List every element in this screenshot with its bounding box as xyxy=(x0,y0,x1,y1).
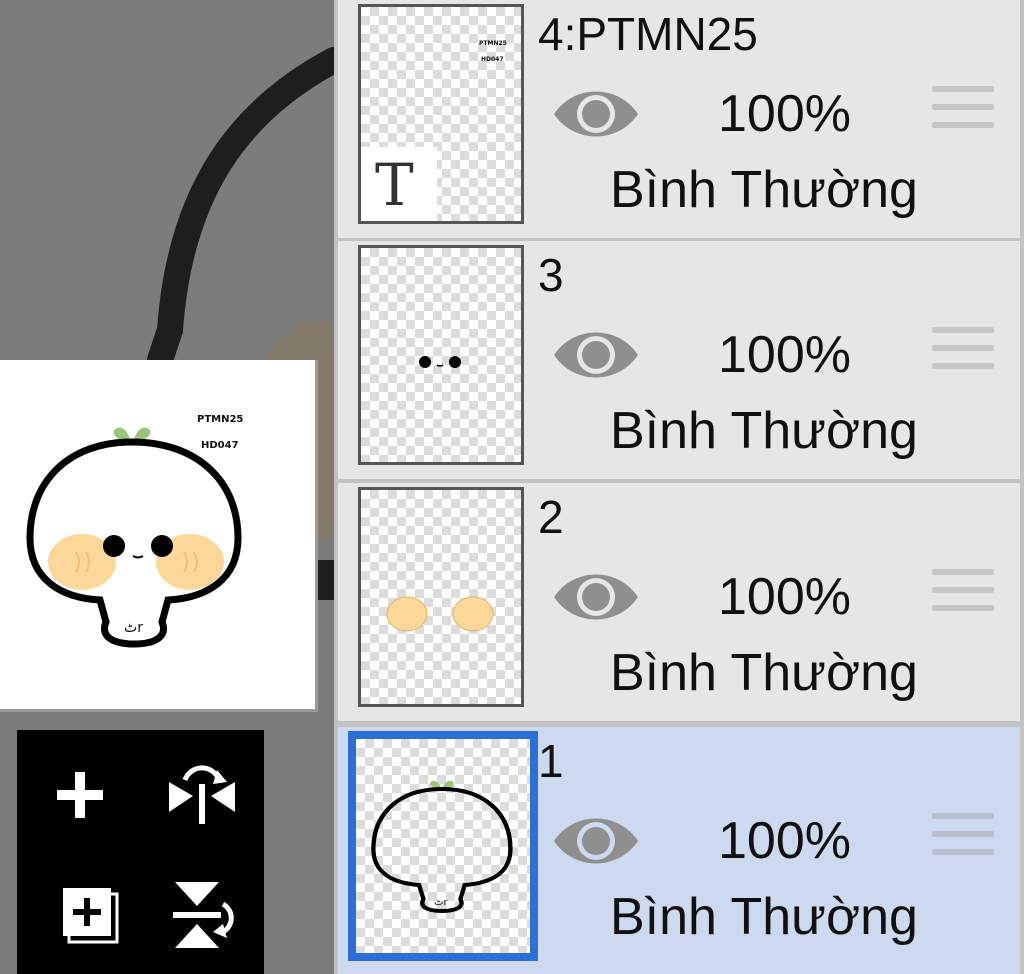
visibility-eye-icon[interactable] xyxy=(552,84,640,144)
layer-name: 4:PTMN25 xyxy=(538,8,758,60)
add-copy-icon xyxy=(63,888,119,944)
preview-mouth-text: ٹr xyxy=(124,620,143,636)
layer-opacity[interactable]: 100% xyxy=(718,811,851,871)
layer-thumbnail-selected[interactable]: ٹr xyxy=(348,731,538,961)
drag-handle-icon[interactable] xyxy=(932,813,994,871)
layer-name: 1 xyxy=(538,735,564,787)
layer-name: 2 xyxy=(538,491,564,543)
blend-mode[interactable]: Bình Thường xyxy=(610,641,918,705)
visibility-eye-icon[interactable] xyxy=(552,567,640,627)
thumb-mouth-text: ٹr xyxy=(434,897,447,908)
layer-row-3[interactable]: 3 100% Bình Thường xyxy=(338,241,1020,479)
preview-text-line2: HD047 xyxy=(201,440,239,451)
layer-row-4[interactable]: PTMN25 HD047 T 4:PTMN25 100% Bình Thường xyxy=(338,0,1020,238)
visibility-eye-icon[interactable] xyxy=(552,325,640,385)
drag-handle-icon[interactable] xyxy=(932,86,994,144)
text-layer-icon: T xyxy=(375,151,414,219)
layer-opacity[interactable]: 100% xyxy=(718,325,851,385)
canvas-preview: PTMN25 HD047 ٹr xyxy=(0,360,318,712)
preview-drawing: PTMN25 HD047 ٹr xyxy=(26,414,243,648)
visibility-eye-icon[interactable] xyxy=(552,811,640,871)
thumb-text-line1: PTMN25 xyxy=(479,40,507,47)
add-copy-layer-button[interactable] xyxy=(35,870,125,960)
layer-opacity[interactable]: 100% xyxy=(718,84,851,144)
blend-mode[interactable]: Bình Thường xyxy=(610,158,918,222)
layer-row-2[interactable]: 2 100% Bình Thường xyxy=(338,483,1020,721)
flip-horizontal-button[interactable] xyxy=(157,750,247,840)
layer-thumbnail[interactable] xyxy=(358,245,524,465)
eyes-thumbnail-art xyxy=(419,356,461,368)
thumb-text-line2: HD047 xyxy=(481,56,504,63)
blend-mode[interactable]: Bình Thường xyxy=(610,885,918,949)
cheeks-thumbnail-art xyxy=(386,596,494,632)
drag-handle-icon[interactable] xyxy=(932,569,994,627)
flip-vertical-button[interactable] xyxy=(157,870,247,960)
layer-opacity[interactable]: 100% xyxy=(718,567,851,627)
layer-tools-panel xyxy=(17,730,264,974)
drag-handle-icon[interactable] xyxy=(932,327,994,385)
layer-row-1[interactable]: ٹr 1 100% Bình Thường xyxy=(338,727,1020,974)
blend-mode[interactable]: Bình Thường xyxy=(610,399,918,463)
preview-text-line1: PTMN25 xyxy=(197,414,243,425)
layers-panel: PTMN25 HD047 T 4:PTMN25 100% Bình Thường… xyxy=(334,0,1024,974)
flip-vertical-icon xyxy=(173,882,234,948)
flip-horizontal-icon xyxy=(169,765,235,824)
add-layer-button[interactable] xyxy=(35,750,125,840)
outline-thumbnail-art: ٹr xyxy=(371,780,513,914)
plus-icon xyxy=(57,772,103,818)
layer-thumbnail[interactable]: PTMN25 HD047 T xyxy=(358,4,524,224)
layer-thumbnail[interactable] xyxy=(358,487,524,707)
text-layer-thumbnail-art: PTMN25 HD047 T xyxy=(361,40,507,221)
layer-name: 3 xyxy=(538,249,564,301)
